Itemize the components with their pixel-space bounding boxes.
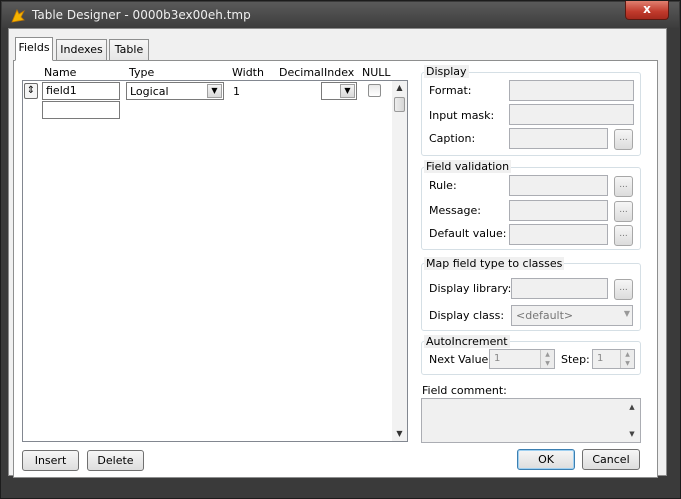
next-value: 1: [494, 353, 501, 364]
col-header-index: Index: [324, 66, 355, 79]
up-down-arrows-icon: ⇕: [26, 85, 36, 96]
message-field[interactable]: [509, 200, 608, 221]
display-library-ellipsis-button[interactable]: ...: [614, 279, 633, 300]
title-bar[interactable]: Table Designer - 0000b3ex00eh.tmp: [2, 2, 679, 28]
chevron-down-icon[interactable]: ▼: [340, 84, 355, 98]
next-value-spinner[interactable]: 1 ▲ ▼: [489, 349, 555, 369]
null-checkbox[interactable]: [368, 84, 381, 97]
default-value-field[interactable]: [509, 224, 608, 245]
insert-button[interactable]: Insert: [22, 450, 79, 471]
field-name-input[interactable]: field1: [42, 82, 120, 100]
tab-fields[interactable]: Fields: [15, 37, 53, 61]
caption-label: Caption:: [429, 132, 476, 145]
col-header-null: NULL: [362, 66, 391, 79]
step-value: 1: [597, 353, 604, 364]
scroll-down-icon[interactable]: ▼: [392, 427, 407, 441]
new-field-name-input[interactable]: [42, 101, 120, 119]
default-value-label: Default value:: [429, 227, 507, 240]
format-label: Format:: [429, 84, 472, 97]
scroll-up-icon[interactable]: ▲: [392, 81, 407, 95]
caption-ellipsis-button[interactable]: ...: [614, 129, 633, 150]
scroll-thumb[interactable]: [394, 97, 405, 112]
close-icon: x: [643, 2, 651, 16]
display-class-label: Display class:: [429, 309, 505, 322]
chevron-down-icon[interactable]: ▼: [624, 309, 630, 318]
delete-button[interactable]: Delete: [87, 450, 144, 471]
app-fox-icon: [11, 9, 25, 23]
display-library-field[interactable]: [511, 278, 608, 299]
display-class-value: <default>: [516, 309, 574, 322]
col-header-type: Type: [129, 66, 155, 79]
field-comment-label: Field comment:: [422, 384, 507, 397]
message-ellipsis-button[interactable]: ...: [614, 201, 633, 222]
ok-button[interactable]: OK: [517, 449, 575, 470]
field-index-combo[interactable]: ▼: [321, 82, 357, 100]
format-field[interactable]: [509, 80, 634, 101]
display-group-title: Display: [424, 65, 469, 78]
spin-down-icon[interactable]: ▼: [620, 359, 634, 368]
tab-indexes[interactable]: Indexes: [56, 39, 107, 60]
chevron-down-icon[interactable]: ▼: [207, 84, 222, 98]
autoincrement-title: AutoIncrement: [424, 335, 510, 348]
rule-field[interactable]: [509, 175, 608, 196]
close-button[interactable]: x: [625, 1, 669, 20]
col-header-width: Width: [232, 66, 264, 79]
next-value-label: Next Value:: [429, 353, 493, 366]
message-label: Message:: [429, 204, 481, 217]
spin-up-icon[interactable]: ▲: [620, 350, 634, 359]
display-library-label: Display library:: [429, 282, 512, 295]
caption-field[interactable]: [509, 128, 608, 149]
window-title: Table Designer - 0000b3ex00eh.tmp: [32, 8, 251, 22]
tab-fields-label: Fields: [18, 41, 50, 54]
col-header-decimal: Decimal: [279, 66, 324, 79]
default-value-ellipsis-button[interactable]: ...: [614, 225, 633, 246]
scroll-up-icon[interactable]: ▲: [627, 403, 637, 411]
spin-down-icon[interactable]: ▼: [540, 359, 554, 368]
scroll-down-icon[interactable]: ▼: [627, 430, 637, 438]
input-mask-label: Input mask:: [429, 109, 495, 122]
rule-ellipsis-button[interactable]: ...: [614, 176, 633, 197]
col-header-name: Name: [44, 66, 77, 79]
field-type-combo[interactable]: Logical ▼: [126, 82, 224, 100]
tab-table-label: Table: [114, 43, 144, 56]
field-validation-title: Field validation: [424, 160, 512, 173]
step-label: Step:: [561, 353, 590, 366]
field-type-value: Logical: [130, 85, 169, 98]
tab-table[interactable]: Table: [109, 39, 149, 60]
field-width-value[interactable]: 1: [233, 85, 240, 98]
cancel-button[interactable]: Cancel: [582, 449, 640, 470]
spin-up-icon[interactable]: ▲: [540, 350, 554, 359]
rule-label: Rule:: [429, 179, 457, 192]
tab-indexes-label: Indexes: [60, 43, 103, 56]
step-spinner[interactable]: 1 ▲ ▼: [592, 349, 635, 369]
row-mover-button[interactable]: ⇕: [24, 83, 38, 99]
fields-grid[interactable]: [22, 80, 408, 442]
display-class-combo[interactable]: <default> ▼: [511, 305, 633, 326]
map-field-type-title: Map field type to classes: [424, 257, 565, 270]
field-comment-textarea[interactable]: ▲ ▼: [421, 398, 641, 443]
grid-vertical-scrollbar[interactable]: ▲ ▼: [392, 81, 407, 441]
input-mask-field[interactable]: [509, 104, 634, 125]
